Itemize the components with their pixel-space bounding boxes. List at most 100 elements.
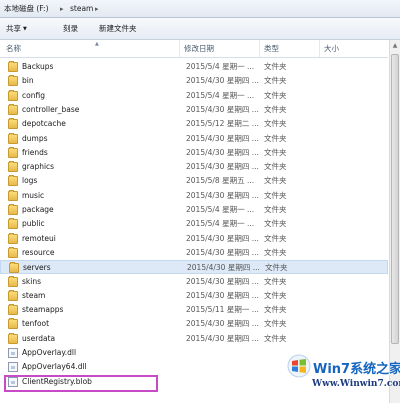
- file-date: 2015/5/4 星期一 ...: [186, 219, 255, 229]
- file-row[interactable]: servers 2015/4/30 星期四 ... 文件夹: [0, 260, 388, 275]
- breadcrumb-drive[interactable]: 本地磁盘 (F:): [4, 3, 49, 15]
- scroll-up-icon[interactable]: ▲: [391, 41, 399, 51]
- file-type: 文件夹: [264, 90, 287, 100]
- file-row[interactable]: Backups 2015/5/4 星期一 ... 文件夹: [0, 60, 388, 74]
- watermark: Win7系统之家 Www.Winwin7.com: [287, 352, 400, 403]
- file-date: 2015/4/30 星期四 ...: [186, 162, 259, 172]
- file-date: 2015/5/8 星期五 ...: [186, 176, 255, 186]
- file-row[interactable]: dumps 2015/4/30 星期四 ... 文件夹: [0, 132, 388, 146]
- new-folder-button[interactable]: 新建文件夹: [99, 23, 137, 35]
- folder-icon: [8, 75, 18, 87]
- file-name: bin: [22, 76, 34, 86]
- folder-icon: [8, 275, 18, 287]
- folder-icon: [8, 161, 18, 173]
- folder-icon: [8, 189, 18, 201]
- file-type: 文件夹: [264, 333, 287, 343]
- file-row[interactable]: friends 2015/4/30 星期四 ... 文件夹: [0, 146, 388, 160]
- file-name: tenfoot: [22, 319, 50, 329]
- folder-icon: [8, 118, 18, 130]
- file-date: 2015/4/30 星期四 ...: [186, 319, 259, 329]
- folder-icon: [8, 89, 18, 101]
- file-row[interactable]: tenfoot 2015/4/30 星期四 ... 文件夹: [0, 317, 388, 331]
- file-row[interactable]: steamapps 2015/5/11 星期一 ... 文件夹: [0, 303, 388, 317]
- column-header: ▲ 名称 修改日期 类型 大小: [0, 40, 388, 58]
- file-type: 文件夹: [264, 247, 287, 257]
- file-row[interactable]: bin 2015/4/30 星期四 ... 文件夹: [0, 74, 388, 88]
- column-size[interactable]: 大小: [320, 40, 388, 57]
- share-button[interactable]: 共享 ▼: [6, 23, 27, 35]
- folder-icon: [8, 175, 18, 187]
- file-name: remoteui: [22, 233, 56, 243]
- file-icon: [8, 362, 18, 373]
- file-row[interactable]: graphics 2015/4/30 星期四 ... 文件夹: [0, 160, 388, 174]
- column-name[interactable]: 名称: [2, 40, 180, 57]
- file-row[interactable]: config 2015/5/4 星期一 ... 文件夹: [0, 89, 388, 103]
- file-name: depotcache: [22, 119, 66, 129]
- file-name: AppOverlay64.dll: [22, 362, 87, 372]
- file-type: 文件夹: [264, 190, 287, 200]
- file-row[interactable]: depotcache 2015/5/12 星期二 ... 文件夹: [0, 117, 388, 131]
- file-name: steamapps: [22, 305, 64, 315]
- folder-icon: [8, 232, 18, 244]
- file-row[interactable]: controller_base 2015/4/30 星期四 ... 文件夹: [0, 103, 388, 117]
- file-row[interactable]: logs 2015/5/8 星期五 ... 文件夹: [0, 174, 388, 188]
- file-date: 2015/4/30 星期四 ...: [186, 104, 259, 114]
- column-type[interactable]: 类型: [260, 40, 320, 57]
- file-row[interactable]: public 2015/5/4 星期一 ... 文件夹: [0, 217, 388, 231]
- file-name: skins: [22, 276, 41, 286]
- vertical-scrollbar[interactable]: ▲: [389, 40, 400, 403]
- breadcrumb-separator-icon[interactable]: ▸: [60, 3, 64, 15]
- file-date: 2015/5/4 星期一 ...: [186, 62, 255, 71]
- file-date: 2015/5/12 星期二 ...: [186, 119, 259, 129]
- file-date: 2015/4/30 星期四 ...: [186, 147, 259, 157]
- file-name: friends: [22, 147, 48, 157]
- file-name: servers: [23, 263, 51, 273]
- file-name: resource: [22, 247, 55, 257]
- address-bar[interactable]: 本地磁盘 (F:) ▸ steam ▸: [0, 0, 400, 18]
- file-date: 2015/4/30 星期四 ...: [186, 276, 259, 286]
- file-type: 文件夹: [264, 219, 287, 229]
- burn-button[interactable]: 刻录: [63, 23, 78, 35]
- file-type: 文件夹: [265, 263, 288, 273]
- folder-icon: [8, 246, 18, 258]
- file-date: 2015/4/30 星期四 ...: [186, 76, 259, 86]
- file-name: public: [22, 219, 45, 229]
- file-type: 文件夹: [264, 162, 287, 172]
- file-type: 文件夹: [264, 305, 287, 315]
- file-type: 文件夹: [264, 119, 287, 129]
- column-date-modified[interactable]: 修改日期: [180, 40, 260, 57]
- file-icon: [8, 348, 18, 358]
- breadcrumb-steam[interactable]: steam: [70, 3, 93, 15]
- file-type: 文件夹: [264, 62, 287, 71]
- file-name: package: [22, 205, 54, 214]
- command-toolbar: 共享 ▼ 刻录 新建文件夹: [0, 18, 400, 40]
- file-date: 2015/4/30 星期四 ...: [186, 333, 259, 343]
- breadcrumb-separator-icon[interactable]: ▸: [95, 3, 99, 15]
- file-row[interactable]: remoteui 2015/4/30 星期四 ... 文件夹: [0, 232, 388, 246]
- scrollbar-thumb[interactable]: [391, 54, 399, 344]
- explorer-window: 本地磁盘 (F:) ▸ steam ▸ 共享 ▼ 刻录 新建文件夹 ▲ 名称 修改…: [0, 0, 400, 403]
- file-row[interactable]: userdata 2015/4/30 星期四 ... 文件夹: [0, 332, 388, 346]
- share-label: 共享: [6, 24, 21, 33]
- folder-icon: [8, 146, 18, 158]
- file-row[interactable]: package 2015/5/4 星期一 ... 文件夹: [0, 203, 388, 217]
- file-row[interactable]: resource 2015/4/30 星期四 ... 文件夹: [0, 246, 388, 260]
- file-type: 文件夹: [264, 176, 287, 186]
- file-name: config: [22, 90, 45, 100]
- folder-icon: [9, 262, 19, 274]
- folder-icon: [8, 103, 18, 115]
- file-type: 文件夹: [264, 76, 287, 86]
- folder-icon: [8, 332, 18, 344]
- file-date: 2015/4/30 星期四 ...: [186, 133, 259, 143]
- watermark-title: Win7系统之家: [313, 362, 400, 377]
- file-date: 2015/5/4 星期一 ...: [186, 205, 255, 214]
- file-type: 文件夹: [264, 147, 287, 157]
- file-name: logs: [22, 176, 38, 186]
- file-name: userdata: [22, 333, 56, 343]
- file-row[interactable]: steam 2015/4/30 星期四 ... 文件夹: [0, 289, 388, 303]
- file-type: 文件夹: [264, 290, 287, 300]
- dropdown-arrow-icon: ▼: [23, 26, 27, 32]
- file-type: 文件夹: [264, 104, 287, 114]
- file-row[interactable]: music 2015/4/30 星期四 ... 文件夹: [0, 189, 388, 203]
- file-row[interactable]: skins 2015/4/30 星期四 ... 文件夹: [0, 275, 388, 289]
